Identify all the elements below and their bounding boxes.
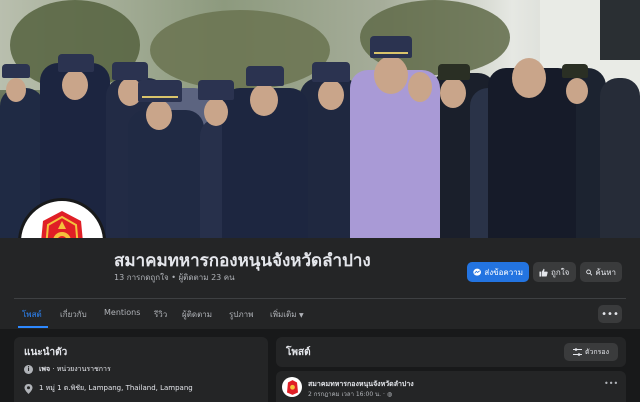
cover-head xyxy=(204,98,228,126)
cover-person xyxy=(600,78,640,238)
like-label: ถูกใจ xyxy=(551,267,570,277)
cover-cap-band xyxy=(374,52,408,54)
cover-cap xyxy=(198,80,234,100)
cover-head xyxy=(408,72,432,102)
cover-cap xyxy=(438,64,470,80)
intro-category-row: i เพจ · หน่วยงานราชการ xyxy=(24,364,111,375)
association-emblem-icon xyxy=(286,379,298,395)
cover-head xyxy=(566,78,588,104)
cover-cap xyxy=(2,64,30,78)
cover-person xyxy=(128,110,204,238)
intro-address: 1 หมู่ 1 ต.พิชัย, Lampang, Thailand, Lam… xyxy=(39,384,193,392)
post-meta: 2 กรกฎาคม เวลา 16:00 น. · ◍ xyxy=(308,389,392,399)
cover-head xyxy=(62,70,88,100)
more-horizontal-icon: ••• xyxy=(604,379,619,388)
messenger-icon xyxy=(473,268,481,276)
cover-cap xyxy=(562,64,588,78)
search-button[interactable]: ค้นหา xyxy=(580,262,622,282)
cover-cap xyxy=(112,62,148,80)
cover-head xyxy=(6,78,26,102)
post-card: สมาคมทหารกองหนุนจังหวัดลำปาง 2 กรกฎาคม เ… xyxy=(276,371,626,402)
intro-category[interactable]: หน่วยงานราชการ xyxy=(57,365,111,373)
cover-cap xyxy=(312,62,350,82)
search-icon xyxy=(586,269,593,276)
page-stats[interactable]: 13 การกดถูกใจ • ผู้ติดตาม 23 คน xyxy=(114,271,235,284)
intro-card: แนะนำตัว i เพจ · หน่วยงานราชการ 1 หมู่ 1… xyxy=(14,337,268,402)
thumbs-up-icon xyxy=(539,268,548,277)
post-more-options-button[interactable]: ••• xyxy=(604,379,618,388)
active-tab-indicator xyxy=(18,326,48,328)
posts-title: โพสต์ xyxy=(286,347,311,358)
location-pin-icon xyxy=(24,383,33,394)
cover-cap-band xyxy=(142,96,178,98)
cover-tree xyxy=(150,10,330,90)
tab-followers[interactable]: ผู้ติดตาม xyxy=(182,308,212,321)
post-author-avatar[interactable] xyxy=(282,377,302,397)
tab-more[interactable]: เพิ่มเติม ▼ xyxy=(270,308,304,321)
cover-head xyxy=(146,100,172,130)
filter-button[interactable]: ตัวกรอง xyxy=(564,343,618,361)
more-horizontal-icon: ••• xyxy=(601,308,619,320)
cover-cap xyxy=(246,66,284,86)
post-timestamp[interactable]: 2 กรกฎาคม เวลา 16:00 น. · xyxy=(308,391,385,398)
tab-posts[interactable]: โพสต์ xyxy=(22,308,42,321)
cover-cap xyxy=(58,54,94,72)
info-icon: i xyxy=(24,365,33,374)
cover-head xyxy=(374,56,408,94)
tab-about[interactable]: เกี่ยวกับ xyxy=(60,308,87,321)
page-title: สมาคมทหารกองหนุนจังหวัดลำปาง xyxy=(114,251,371,271)
send-message-label: ส่งข้อความ xyxy=(484,267,523,277)
intro-category-prefix: เพจ xyxy=(39,365,51,373)
search-label: ค้นหา xyxy=(595,267,616,277)
page-tabs: โพสต์ เกี่ยวกับ Mentions รีวิว ผู้ติดตาม… xyxy=(0,299,640,329)
cover-cap xyxy=(138,80,182,102)
globe-icon: ◍ xyxy=(386,391,393,398)
chevron-down-icon: ▼ xyxy=(299,312,304,319)
more-options-button[interactable]: ••• xyxy=(598,305,622,323)
cover-head xyxy=(512,58,546,98)
send-message-button[interactable]: ส่งข้อความ xyxy=(467,262,529,282)
filter-label: ตัวกรอง xyxy=(584,347,610,356)
cover-head xyxy=(318,80,344,110)
tab-mentions[interactable]: Mentions xyxy=(104,308,140,317)
tab-more-label: เพิ่มเติม xyxy=(270,310,297,319)
cover-cap xyxy=(370,36,412,58)
intro-title: แนะนำตัว xyxy=(24,347,68,358)
cover-head xyxy=(440,78,466,108)
cover-photo[interactable] xyxy=(0,0,640,238)
like-button[interactable]: ถูกใจ xyxy=(533,262,576,282)
posts-header-card: โพสต์ ตัวกรอง xyxy=(276,337,626,367)
tab-photos[interactable]: รูปภาพ xyxy=(229,308,253,321)
cover-monument xyxy=(600,0,640,60)
intro-address-row: 1 หมู่ 1 ต.พิชัย, Lampang, Thailand, Lam… xyxy=(24,383,193,394)
tab-reviews[interactable]: รีวิว xyxy=(154,308,167,321)
cover-head xyxy=(250,84,278,116)
filter-icon xyxy=(572,348,582,356)
